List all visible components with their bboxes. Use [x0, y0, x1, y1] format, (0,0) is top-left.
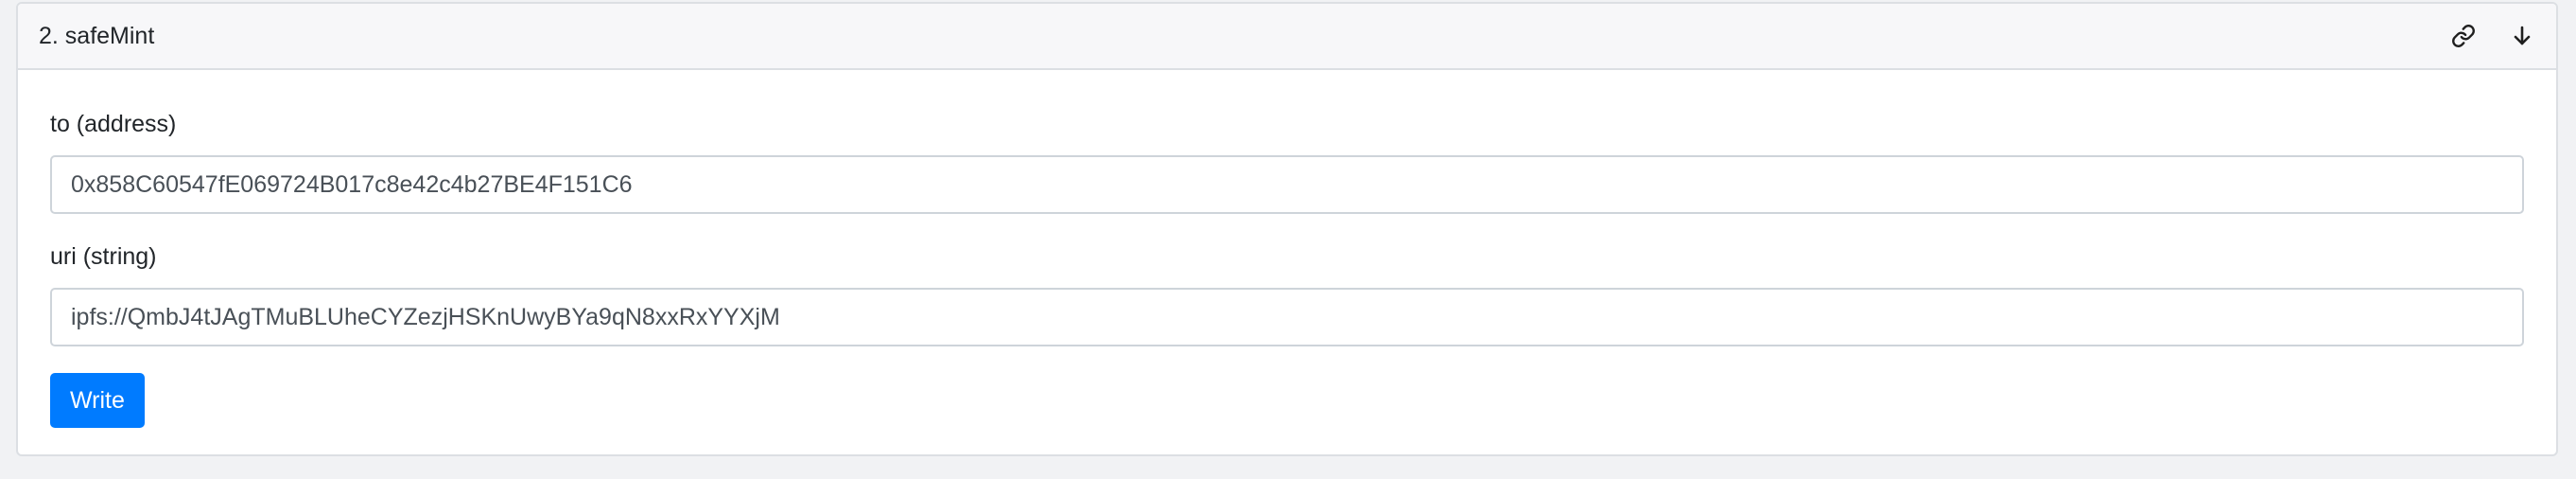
to-address-label: to (address)	[50, 111, 177, 137]
function-title: 2. safeMint	[39, 22, 155, 49]
link-icon[interactable]	[2448, 21, 2479, 51]
uri-label: uri (string)	[50, 243, 157, 270]
function-body: to (address) uri (string) Write	[18, 70, 2556, 428]
to-address-input[interactable]	[50, 155, 2524, 214]
function-header[interactable]: 2. safeMint	[18, 4, 2556, 70]
header-actions	[2448, 21, 2537, 51]
arrow-down-icon[interactable]	[2507, 21, 2537, 51]
write-button[interactable]: Write	[50, 373, 145, 428]
uri-group: uri (string)	[50, 242, 2524, 346]
to-address-group: to (address)	[50, 110, 2524, 214]
uri-input[interactable]	[50, 288, 2524, 346]
function-card: 2. safeMint to (address) uri (string)	[16, 2, 2558, 456]
